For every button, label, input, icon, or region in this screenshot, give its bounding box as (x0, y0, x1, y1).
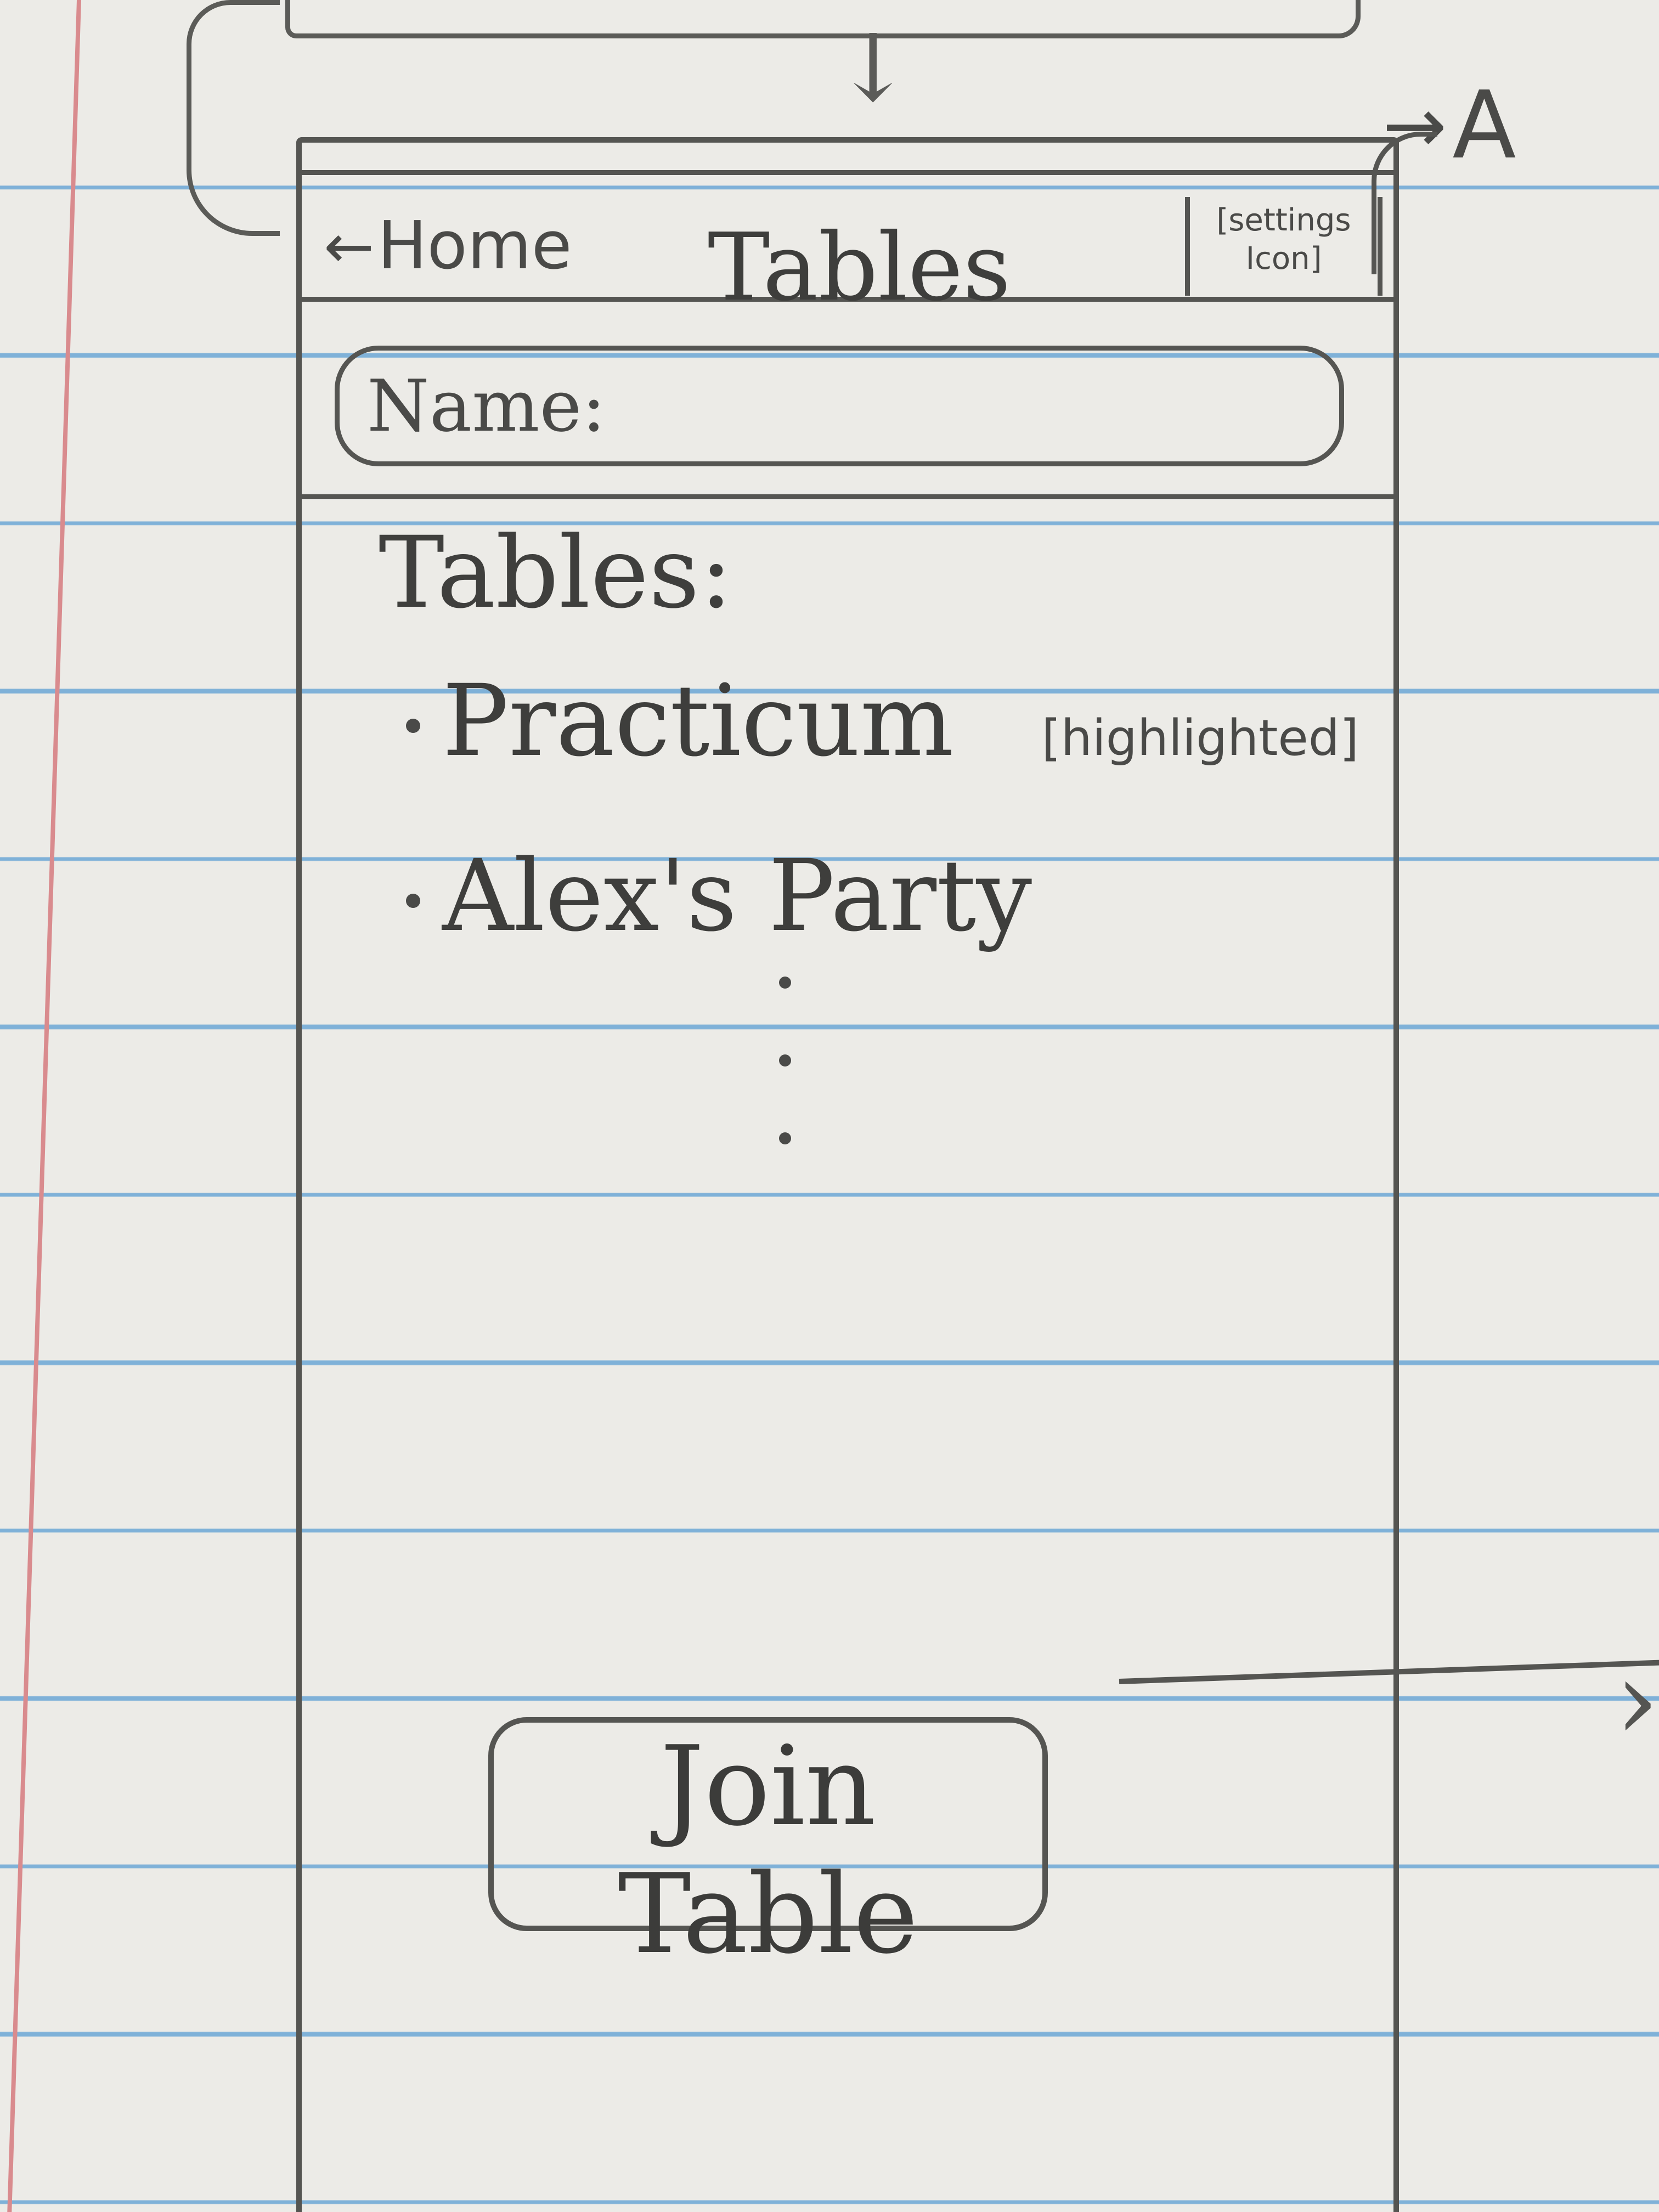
settings-icon[interactable]: [settings Icon] (1185, 197, 1383, 296)
name-input[interactable] (335, 346, 1344, 466)
bullet-icon (406, 894, 420, 908)
previous-screen-frame (285, 0, 1361, 38)
ellipsis-dot (779, 977, 791, 989)
more-items-ellipsis (779, 977, 791, 1144)
back-flow-bracket (187, 0, 280, 236)
table-item-note: [highlighted] (1041, 709, 1359, 767)
table-list: Practicum [highlighted] Alex's Party (406, 664, 1359, 1014)
table-item-label: Alex's Party (442, 839, 1032, 953)
table-list-item-practicum[interactable]: Practicum [highlighted] (406, 664, 1359, 778)
app-header: ← Home Tables [settings Icon] (302, 170, 1393, 322)
join-table-button[interactable]: Join Table (488, 1717, 1048, 1978)
ellipsis-dot (779, 1054, 791, 1066)
tables-heading: Tables: (379, 516, 733, 630)
settings-icon-label: [settings Icon] (1216, 202, 1351, 276)
table-item-label: Practicum (442, 664, 954, 778)
home-back-label: Home (377, 208, 572, 284)
ellipsis-dot (779, 1132, 791, 1144)
down-arrow-icon: ↓ (834, 14, 912, 123)
flow-target-label: A (1452, 71, 1516, 180)
table-list-item-alexs-party[interactable]: Alex's Party (406, 839, 1359, 953)
phone-frame: ← Home Tables [settings Icon] Tables: Pr… (296, 137, 1399, 2212)
name-section (302, 302, 1393, 499)
home-back-button[interactable]: ← Home (324, 208, 572, 284)
arrow-right-icon: › (1615, 1637, 1659, 1764)
bullet-icon (406, 719, 420, 733)
notebook-margin-line (7, 0, 82, 2212)
back-arrow-icon: ← (324, 211, 375, 281)
